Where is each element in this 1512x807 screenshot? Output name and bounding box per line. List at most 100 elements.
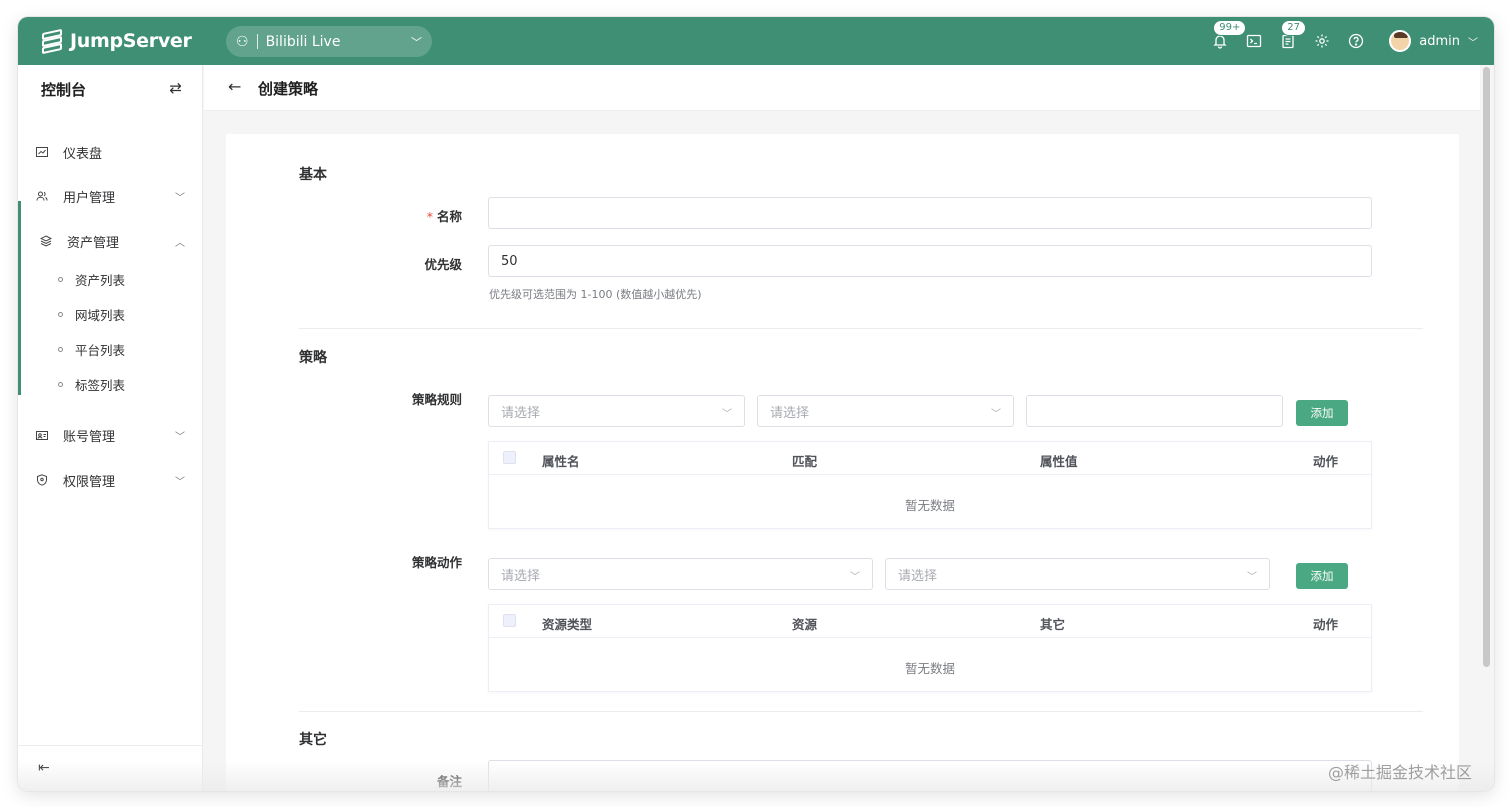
rule-attribute-select[interactable]: 请选择 ﹀ xyxy=(488,395,745,427)
sidebar-subitem-label: 平台列表 xyxy=(75,343,126,358)
sidebar-item-accounts[interactable]: 账号管理 ﹀ xyxy=(18,415,203,455)
brand-logo[interactable]: JumpServer xyxy=(40,27,192,55)
bullet-icon xyxy=(58,312,63,317)
action-type-select[interactable]: 请选择 ﹀ xyxy=(488,558,873,590)
name-input[interactable] xyxy=(488,197,1372,229)
avatar xyxy=(1389,30,1412,52)
column-header: 动作 xyxy=(1313,617,1339,632)
watermark: @稀土掘金技术社区 xyxy=(1327,763,1472,782)
priority-input[interactable]: 50 xyxy=(488,245,1372,277)
app-window: JumpServer ⚇ Bilibili Live ﹀ 99+ 27 admi… xyxy=(18,17,1494,791)
rule-value-input[interactable] xyxy=(1026,395,1283,427)
sidebar-item-assets[interactable]: 资产管理 ︿ xyxy=(18,221,203,261)
actions-label: 策略动作 xyxy=(411,555,462,570)
empty-text: 暂无数据 xyxy=(904,661,955,676)
add-rule-button[interactable]: 添加 xyxy=(1296,400,1348,426)
sidebar-item-label: 账号管理 xyxy=(63,429,116,445)
chevron-down-icon: ﹀ xyxy=(175,476,185,488)
help-button[interactable] xyxy=(1339,17,1373,65)
layers-icon xyxy=(40,235,52,247)
sidebar-subitem-domain-list[interactable]: 网域列表 xyxy=(18,297,203,332)
dashboard-icon xyxy=(36,147,48,157)
back-arrow-icon[interactable]: ← xyxy=(228,77,241,96)
column-header: 资源类型 xyxy=(542,617,593,632)
sidebar-item-permissions[interactable]: 权限管理 ﹀ xyxy=(18,460,203,500)
select-all-checkbox[interactable] xyxy=(503,614,516,627)
help-circle-icon xyxy=(1349,33,1364,49)
sidebar-item-label: 资产管理 xyxy=(67,235,120,251)
sidebar-subitem-label: 标签列表 xyxy=(75,378,126,393)
sidebar-item-label: 仪表盘 xyxy=(63,146,103,162)
rules-label: 策略规则 xyxy=(411,392,462,407)
table-header: 资源类型 资源 其它 动作 xyxy=(489,605,1371,638)
column-header: 属性值 xyxy=(1040,454,1078,469)
form-card: 基本 * 名称 优先级 50 优先级可选范围为 1-100 (数值越小越优先) 策… xyxy=(226,134,1459,791)
account-icon xyxy=(36,431,48,440)
tickets-button[interactable]: 27 xyxy=(1271,17,1306,65)
priority-label: 优先级 xyxy=(424,257,462,272)
actions-table: 资源类型 资源 其它 动作 暂无数据 xyxy=(488,604,1372,692)
chevron-down-icon: ﹀ xyxy=(722,409,732,420)
rules-table: 属性名 匹配 属性值 动作 暂无数据 xyxy=(488,441,1372,529)
terminal-icon xyxy=(1247,34,1262,48)
sidebar-subitem-label: 资产列表 xyxy=(75,273,126,288)
chevron-down-icon: ﹀ xyxy=(850,572,860,583)
user-menu[interactable]: admin ﹀ xyxy=(1389,30,1478,52)
sidebar-subitem-platform-list[interactable]: 平台列表 xyxy=(18,332,203,367)
chevron-down-icon: ﹀ xyxy=(175,192,185,204)
top-bar: JumpServer ⚇ Bilibili Live ﹀ 99+ 27 admi… xyxy=(18,17,1494,65)
action-value-select[interactable]: 请选择 ﹀ xyxy=(885,558,1270,590)
sidebar-item-users[interactable]: 用户管理 ﹀ xyxy=(18,176,203,216)
org-separator xyxy=(256,34,258,49)
priority-hint: 优先级可选范围为 1-100 (数值越小越优先) xyxy=(489,288,702,301)
web-terminal-button[interactable] xyxy=(1237,17,1271,65)
name-label: * 名称 xyxy=(426,209,462,224)
organization-select[interactable]: ⚇ Bilibili Live ﹀ xyxy=(226,26,432,57)
divider xyxy=(299,711,1423,712)
bullet-icon xyxy=(58,347,63,352)
organization-name: Bilibili Live xyxy=(265,33,341,50)
top-icons: 99+ 27 admin ﹀ xyxy=(1203,17,1478,65)
sidebar-title: 控制台 xyxy=(41,81,87,99)
page-header: ← 创建策略 xyxy=(204,65,1480,111)
chevron-down-icon: ﹀ xyxy=(1468,37,1478,49)
organization-icon: ⚇ xyxy=(236,33,249,50)
notifications-button[interactable]: 99+ xyxy=(1203,17,1247,65)
section-title-other: 其它 xyxy=(299,732,327,748)
column-header: 匹配 xyxy=(792,454,818,469)
settings-button[interactable] xyxy=(1305,17,1339,65)
table-header: 属性名 匹配 属性值 动作 xyxy=(489,442,1371,475)
user-name: admin xyxy=(1419,33,1460,49)
shield-icon xyxy=(37,474,47,486)
select-all-checkbox[interactable] xyxy=(503,451,516,464)
comment-textarea[interactable] xyxy=(488,760,1372,791)
tickets-badge: 27 xyxy=(1281,20,1306,36)
column-header: 动作 xyxy=(1313,454,1339,469)
divider xyxy=(299,328,1423,329)
chevron-up-icon: ︿ xyxy=(175,237,185,249)
required-mark: * xyxy=(426,209,433,224)
bullet-icon xyxy=(58,277,63,282)
gear-icon xyxy=(1315,34,1329,48)
collapse-sidebar-icon[interactable]: ⇤ xyxy=(38,760,50,776)
bullet-icon xyxy=(58,382,63,387)
column-header: 属性名 xyxy=(542,454,580,469)
column-header: 资源 xyxy=(792,617,818,632)
sidebar-subitem-asset-list[interactable]: 资产列表 xyxy=(18,262,203,297)
section-title-strategy: 策略 xyxy=(299,350,327,366)
sidebar-subitem-label-list[interactable]: 标签列表 xyxy=(18,367,203,402)
chevron-down-icon: ﹀ xyxy=(991,409,1001,420)
rule-match-select[interactable]: 请选择 ﹀ xyxy=(757,395,1014,427)
page-title: 创建策略 xyxy=(258,80,319,98)
scrollbar[interactable] xyxy=(1483,67,1490,667)
sidebar: 控制台 ⇄ 仪表盘 用户管理 ﹀ 资产管理 ︿ 资产列表 网域列表 平台列表 标… xyxy=(18,65,203,791)
brand-name: JumpServer xyxy=(70,30,192,52)
empty-text: 暂无数据 xyxy=(904,498,955,513)
sidebar-item-dashboard[interactable]: 仪表盘 xyxy=(18,132,203,172)
switch-view-icon[interactable]: ⇄ xyxy=(169,79,182,97)
column-header: 其它 xyxy=(1040,617,1066,632)
sidebar-item-label: 用户管理 xyxy=(63,190,116,206)
add-action-button[interactable]: 添加 xyxy=(1296,563,1348,589)
jumpserver-logo-icon xyxy=(40,28,64,55)
sidebar-item-label: 权限管理 xyxy=(63,474,116,490)
